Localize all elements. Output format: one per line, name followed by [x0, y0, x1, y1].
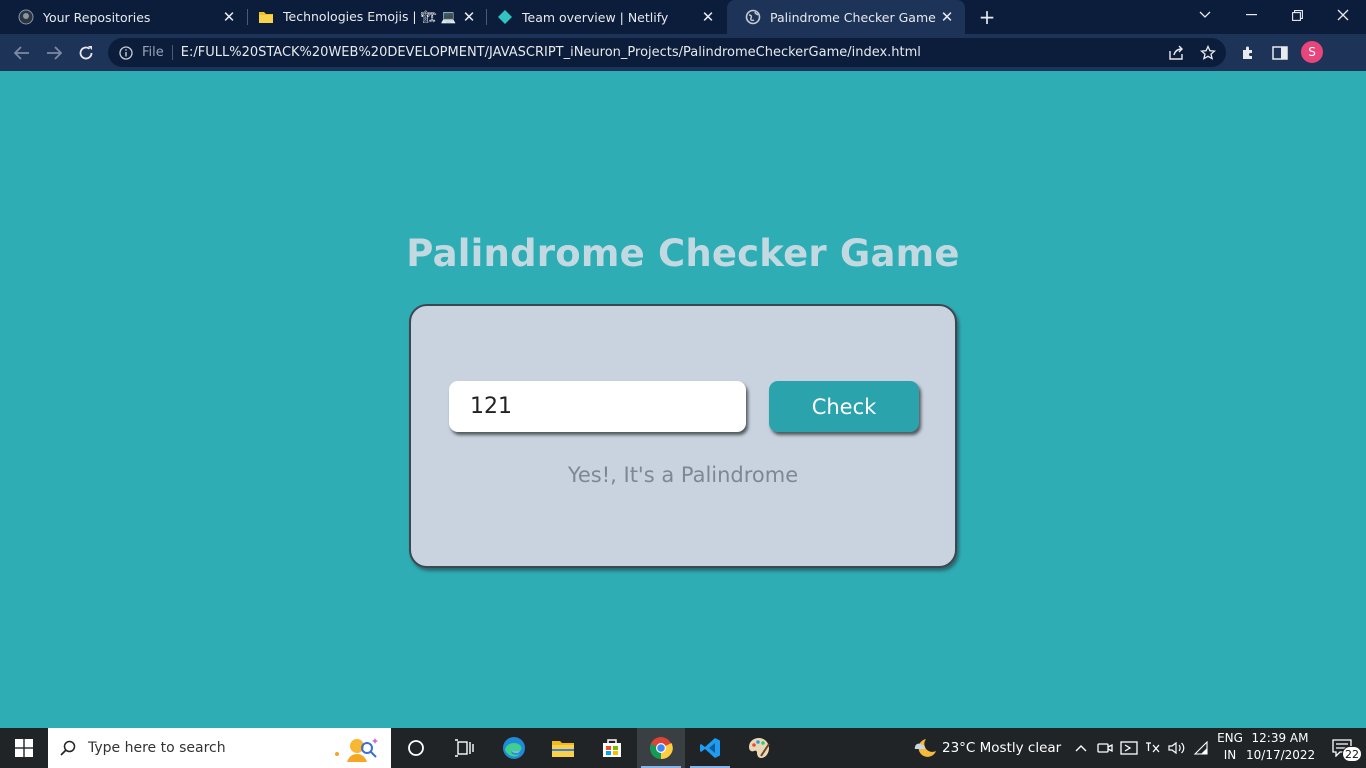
battery-saver-icon[interactable] [1118, 728, 1140, 768]
tab-title: Palindrome Checker Game [770, 9, 936, 25]
clock-date: 10/17/2022 [1246, 748, 1316, 762]
taskbar-search-box[interactable]: Type here to search [48, 728, 391, 768]
volume-icon[interactable] [1166, 728, 1188, 768]
tab-title: Your Repositories [43, 9, 151, 25]
tab-strip: Your Repositories ✕ Technologies Emojis … [0, 0, 1366, 34]
close-window-button[interactable] [1320, 0, 1366, 30]
wifi-icon[interactable] [1190, 728, 1212, 768]
clock-time: 12:39 AM [1251, 731, 1309, 745]
cortana-icon[interactable] [392, 728, 440, 768]
site-info-icon[interactable] [118, 45, 134, 61]
tab-technologies-emojis[interactable]: Technologies Emojis | 🏗 💻 📟 ⚒ ✕ [240, 0, 487, 34]
clock[interactable]: 12:39 AM 10/17/2022 [1246, 730, 1316, 764]
folder-icon [258, 9, 274, 25]
input-indicator-icon[interactable] [1142, 728, 1164, 768]
share-icon[interactable] [1167, 44, 1185, 62]
restore-button[interactable] [1274, 0, 1320, 30]
microsoft-store-icon[interactable] [588, 728, 636, 768]
file-explorer-icon[interactable] [539, 728, 587, 768]
close-tab-icon[interactable]: ✕ [219, 7, 239, 27]
tab-your-repositories[interactable]: Your Repositories ✕ [0, 0, 247, 34]
close-tab-icon[interactable]: ✕ [698, 7, 718, 27]
close-tab-icon[interactable]: ✕ [459, 7, 479, 27]
check-button[interactable]: Check [769, 381, 919, 432]
bookmark-star-icon[interactable] [1199, 44, 1217, 62]
notification-center-icon[interactable]: 22 [1318, 728, 1366, 768]
edge-icon[interactable] [490, 728, 538, 768]
address-divider [171, 45, 173, 60]
tab-palindrome-checker[interactable]: Palindrome Checker Game ✕ [727, 0, 965, 34]
notification-count-badge: 22 [1342, 746, 1362, 762]
task-view-icon[interactable] [440, 728, 488, 768]
netlify-icon [497, 9, 513, 25]
vscode-icon[interactable] [686, 728, 734, 768]
extensions-icon[interactable] [1234, 39, 1262, 67]
windows-start-icon[interactable] [0, 728, 48, 768]
scheme-label: File [142, 45, 164, 60]
minimize-button[interactable] [1228, 0, 1274, 30]
back-button[interactable] [8, 39, 36, 67]
tab-title: Technologies Emojis | 🏗 💻 📟 ⚒ [283, 9, 459, 24]
chrome-icon[interactable] [637, 728, 685, 768]
result-message: Yes!, It's a Palindrome [567, 463, 799, 487]
paint-icon[interactable] [735, 728, 783, 768]
tab-netlify[interactable]: Team overview | Netlify ✕ [479, 0, 726, 34]
side-panel-icon[interactable] [1266, 39, 1294, 67]
tab-title: Team overview | Netlify [522, 9, 669, 25]
url-text[interactable]: E:/FULL%20STACK%20WEB%20DEVELOPMENT/JAVA… [181, 45, 921, 60]
globe-icon [745, 9, 761, 25]
forward-button[interactable] [40, 39, 68, 67]
checker-card: 121 Check Yes!, It's a Palindrome [409, 304, 957, 568]
taskbar: Type here to search 23°C Mostly clear EN… [0, 728, 1366, 768]
reload-button[interactable] [72, 39, 100, 67]
browser-toolbar: File E:/FULL%20STACK%20WEB%20DEVELOPMENT… [0, 34, 1366, 71]
search-placeholder: Type here to search [88, 740, 226, 756]
weather-moon-cloud-icon[interactable] [910, 728, 940, 768]
tab-search-chevron-icon[interactable] [1182, 0, 1228, 30]
address-bar[interactable]: File E:/FULL%20STACK%20WEB%20DEVELOPMENT… [108, 38, 1226, 67]
palindrome-input[interactable]: 121 [449, 381, 746, 432]
weather-text[interactable]: 23°C Mostly clear [942, 728, 1072, 768]
language-code: ENG [1217, 731, 1243, 745]
close-tab-icon[interactable]: ✕ [937, 7, 957, 27]
search-icon [48, 740, 88, 756]
meet-now-icon[interactable] [1094, 728, 1116, 768]
language-region: IN [1223, 748, 1237, 762]
show-hidden-icons-chevron-icon[interactable] [1070, 728, 1092, 768]
search-highlight-illustration-icon [335, 738, 378, 762]
language-indicator[interactable]: ENG IN [1214, 730, 1246, 764]
new-tab-button[interactable]: + [975, 5, 999, 29]
profile-avatar[interactable]: S [1301, 41, 1323, 63]
page-title: Palindrome Checker Game [406, 232, 960, 275]
github-icon [18, 9, 34, 25]
